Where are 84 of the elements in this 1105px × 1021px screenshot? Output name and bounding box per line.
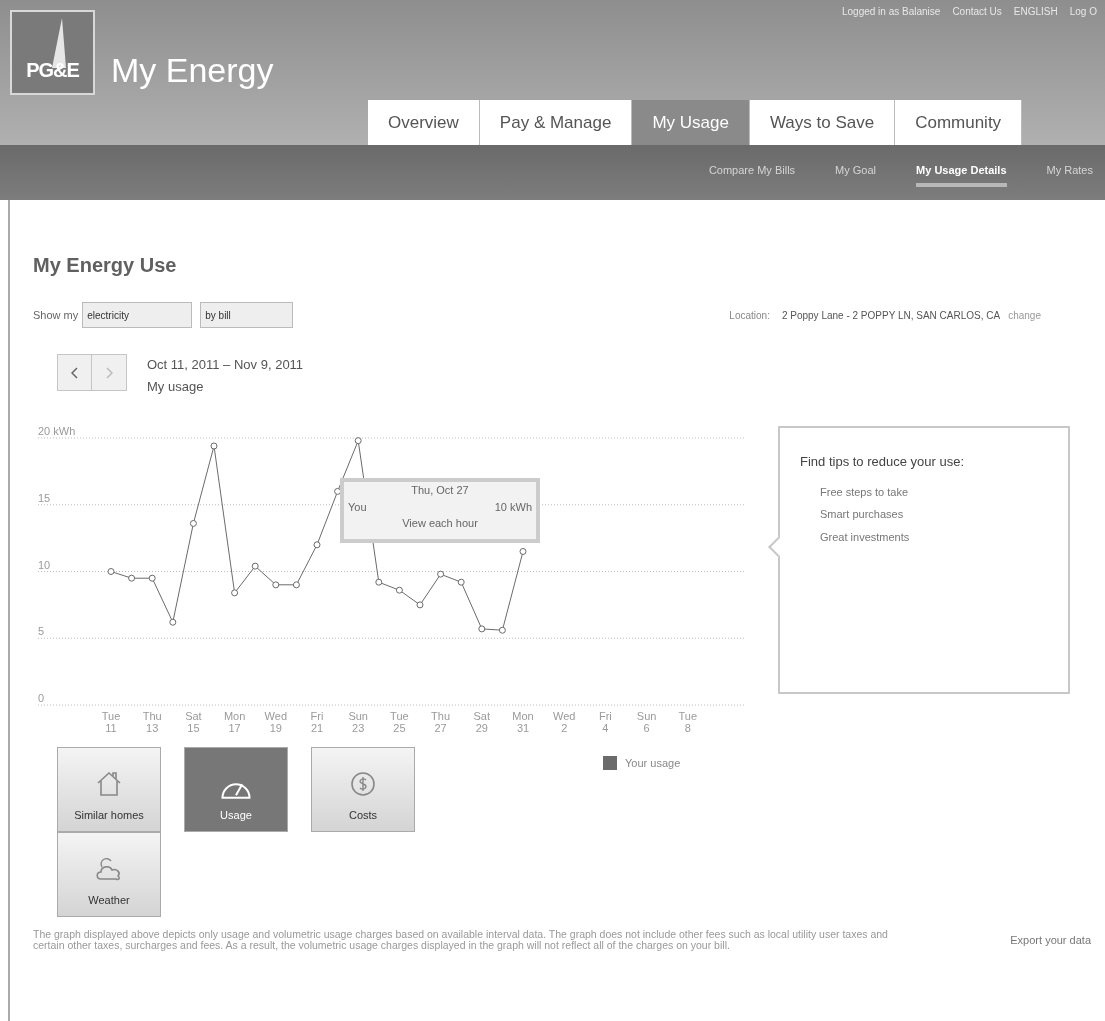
sub-nav-link[interactable]: My Goal xyxy=(835,158,877,187)
view-tile[interactable]: Costs xyxy=(311,747,415,832)
x-axis-label: Mon 31 xyxy=(511,710,535,734)
change-link[interactable]: change xyxy=(1008,307,1041,323)
view-tile[interactable]: Similar homes xyxy=(57,747,161,832)
location-label: Location: xyxy=(729,308,770,323)
y-axis-label: 15 xyxy=(38,491,51,504)
sub-nav-link[interactable]: My Rates xyxy=(1046,158,1093,187)
disclaimer-text: The graph displayed above depicts only usage and volumetric usage charges based on available interval data. The graph does not include other fees such as local utility user taxes and certain other taxes, surcharges and fees. As a result, the volumetric usage charges displayed in the graph will not reflect all of the charges on your bill. xyxy=(33,929,889,951)
data-point[interactable] xyxy=(416,601,424,609)
data-point[interactable] xyxy=(313,541,321,549)
top-link[interactable]: Log O xyxy=(1069,4,1097,19)
data-point[interactable] xyxy=(210,442,218,450)
tip-link[interactable]: Free steps to take xyxy=(820,483,1068,500)
legend-label: Your usage xyxy=(625,756,681,771)
tooltip-value: 10 kWh xyxy=(494,499,532,515)
top-link[interactable]: ENGLISH xyxy=(1013,4,1058,19)
data-point[interactable] xyxy=(292,581,300,589)
data-point[interactable] xyxy=(231,589,239,597)
app-title: My Energy xyxy=(111,53,274,87)
chevron-left-icon xyxy=(70,366,79,379)
logo: PG&E xyxy=(10,10,95,95)
x-axis-label: Wed 19 xyxy=(263,710,288,734)
tooltip-series: You xyxy=(348,499,367,515)
tip-link[interactable]: Great investments xyxy=(820,528,1068,545)
x-axis-label: Tue 11 xyxy=(100,710,122,734)
x-axis-label: Sun 6 xyxy=(635,710,658,734)
top-link[interactable]: Logged in as Balanise xyxy=(841,4,941,19)
tooltip-date: Thu, Oct 27 xyxy=(411,483,469,498)
data-point[interactable] xyxy=(457,578,465,586)
data-point[interactable] xyxy=(354,437,362,445)
x-axis-label: Tue 8 xyxy=(677,710,699,734)
view-hourly-link[interactable]: View each hour xyxy=(402,515,478,532)
data-point[interactable] xyxy=(272,581,280,589)
nav-tab[interactable]: My Usage xyxy=(632,100,750,145)
data-point[interactable] xyxy=(498,626,506,634)
y-axis-label: 10 xyxy=(38,558,51,571)
y-axis-label: 0 xyxy=(38,692,45,704)
sub-nav-link[interactable]: Compare My Bills xyxy=(708,158,796,187)
filter-label: Show my xyxy=(33,307,79,323)
fuel-dropdown[interactable]: electricity xyxy=(82,302,193,328)
nav-tab[interactable]: Ways to Save xyxy=(749,100,896,145)
legend-swatch xyxy=(603,756,617,771)
gauge-icon xyxy=(221,782,251,799)
nav-tab[interactable]: Pay & Manage xyxy=(479,100,633,145)
data-point[interactable] xyxy=(251,562,259,570)
location-value: 2 Poppy Lane - 2 POPPY LN, SAN CARLOS, CA xyxy=(781,308,1001,323)
data-point[interactable] xyxy=(189,519,197,527)
data-point[interactable] xyxy=(437,570,445,578)
export-link[interactable]: Export your data xyxy=(1010,932,1091,949)
period-dropdown[interactable]: by bill xyxy=(200,302,294,328)
data-point[interactable] xyxy=(107,568,115,575)
data-point[interactable] xyxy=(128,574,136,582)
sub-nav-link[interactable]: My Usage Details xyxy=(916,158,1007,187)
x-axis-label: Thu 27 xyxy=(430,710,452,734)
data-point[interactable] xyxy=(169,618,177,626)
page-title: My Energy Use xyxy=(33,253,178,278)
data-point[interactable] xyxy=(334,487,342,495)
x-axis-label: Wed 2 xyxy=(551,710,577,734)
x-axis-label: Mon 17 xyxy=(222,710,247,734)
tips-title: Find tips to reduce your use: xyxy=(800,453,966,471)
nav-tab[interactable]: Community xyxy=(895,100,1023,145)
nav-tab[interactable]: Overview xyxy=(368,100,480,145)
tip-link[interactable]: Smart purchases xyxy=(820,506,1068,523)
x-axis-label: Tue 25 xyxy=(389,710,410,734)
x-axis-label: Sun 23 xyxy=(347,710,369,734)
view-tile[interactable]: Usage xyxy=(184,747,288,832)
chart-subtitle: My usage xyxy=(147,378,205,396)
chevron-right-icon xyxy=(105,366,113,379)
data-point[interactable] xyxy=(478,625,486,633)
x-axis-label: Sat 29 xyxy=(472,710,492,734)
x-axis-label: Sat 15 xyxy=(184,710,203,734)
data-point[interactable] xyxy=(519,548,527,555)
view-tile[interactable]: Weather xyxy=(57,832,161,917)
y-axis-label: 20 kWh xyxy=(38,426,76,437)
data-point[interactable] xyxy=(148,574,156,582)
data-point[interactable] xyxy=(375,578,383,586)
data-point[interactable] xyxy=(395,586,403,594)
x-axis-label: Fri 4 xyxy=(597,710,613,734)
date-range: Oct 11, 2011 – Nov 9, 2011 xyxy=(147,356,304,374)
x-axis-label: Fri 21 xyxy=(309,710,325,734)
top-link[interactable]: Contact Us xyxy=(952,4,1002,19)
y-axis-label: 5 xyxy=(38,625,45,638)
x-axis-label: Thu 13 xyxy=(141,710,163,734)
